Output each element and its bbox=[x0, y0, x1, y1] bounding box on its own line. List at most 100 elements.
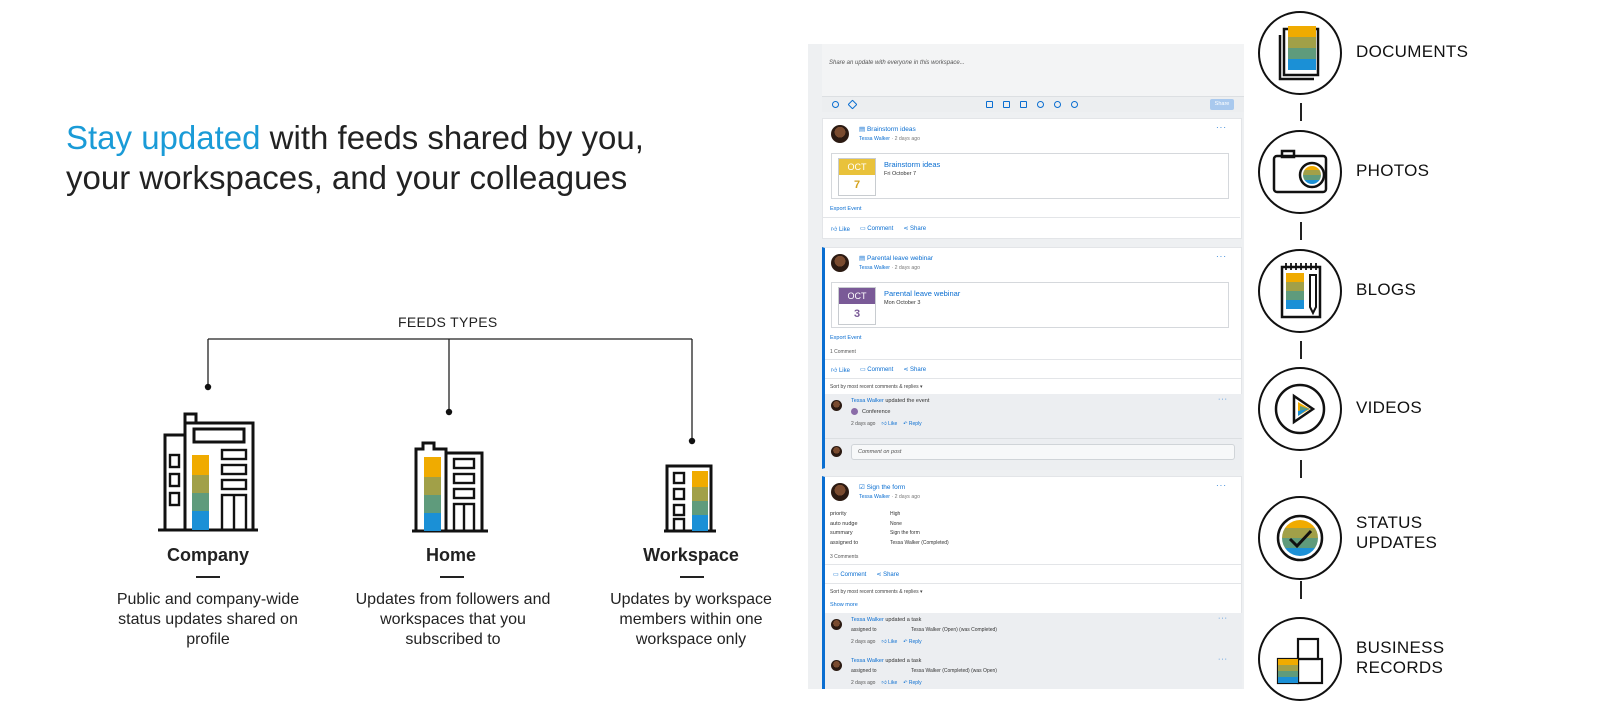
camera-tool-icon[interactable] bbox=[986, 101, 993, 108]
mention-icon[interactable] bbox=[832, 101, 839, 108]
export-event-link[interactable]: Export Event bbox=[830, 335, 862, 341]
like-button[interactable]: 👍︎ Like bbox=[831, 366, 850, 374]
document-tool-icon[interactable] bbox=[1020, 101, 1027, 108]
event-card[interactable]: OCT 7 Brainstorm ideas Fri October 7 bbox=[831, 153, 1229, 199]
event-month: OCT bbox=[839, 159, 875, 175]
more-options-icon[interactable]: ··· bbox=[1218, 656, 1228, 663]
comment-button[interactable]: ▭ Comment bbox=[833, 571, 866, 578]
avatar[interactable] bbox=[831, 660, 842, 671]
reply-author[interactable]: Tessa Walker bbox=[851, 617, 884, 623]
feed-type-company-divider bbox=[196, 576, 220, 578]
reply-footer: 2 days ago 👍︎ Like ↶ Reply bbox=[851, 639, 922, 645]
post-title[interactable]: Sign the form bbox=[867, 484, 906, 491]
event-title[interactable]: Brainstorm ideas bbox=[884, 160, 940, 169]
post-composer[interactable]: Share an update with everyone in this wo… bbox=[822, 44, 1244, 112]
feed-type-home-title: Home bbox=[425, 545, 476, 565]
reply-field-value: Tessa Walker (Open) (was Completed) bbox=[911, 627, 997, 633]
share-label[interactable]: Share bbox=[883, 572, 899, 578]
more-options-icon[interactable]: ··· bbox=[1216, 252, 1227, 261]
post-title-link[interactable]: ▤ Parental leave webinar bbox=[859, 254, 933, 262]
like-label[interactable]: Like bbox=[839, 227, 850, 233]
export-event-link[interactable]: Export Event bbox=[830, 206, 862, 212]
business-records-icon bbox=[1258, 617, 1342, 701]
reply-header: Tessa Walker updated the event bbox=[851, 398, 929, 404]
comments-count[interactable]: 3 Comments bbox=[830, 554, 858, 560]
reply-like-label[interactable]: Like bbox=[888, 680, 897, 686]
share-post-button[interactable]: ⋖ Share bbox=[876, 571, 899, 578]
reply-label[interactable]: Reply bbox=[909, 680, 922, 686]
reply-like-button[interactable]: 👍︎ Like bbox=[881, 639, 897, 645]
reply-like-button[interactable]: 👍︎ Like bbox=[881, 680, 897, 686]
more-options-icon[interactable]: ··· bbox=[1218, 615, 1228, 622]
reply-like-button[interactable]: 👍︎ Like bbox=[881, 421, 897, 427]
like-label[interactable]: Like bbox=[839, 368, 850, 374]
post-title[interactable]: Brainstorm ideas bbox=[867, 126, 916, 133]
event-day: 3 bbox=[853, 308, 861, 320]
connector-line bbox=[1300, 222, 1302, 240]
post-author[interactable]: Tessa Walker bbox=[859, 136, 890, 142]
show-more-link[interactable]: Show more bbox=[830, 602, 858, 608]
post-author[interactable]: Tessa Walker bbox=[859, 265, 890, 271]
more-options-icon[interactable]: ··· bbox=[1218, 396, 1228, 403]
reply-like-label[interactable]: Like bbox=[888, 639, 897, 645]
reply-label[interactable]: Reply bbox=[909, 421, 922, 427]
reply-button[interactable]: ↶ Reply bbox=[903, 680, 921, 686]
help-tool-icon[interactable] bbox=[1037, 101, 1044, 108]
avatar[interactable] bbox=[831, 254, 849, 272]
post-author[interactable]: Tessa Walker bbox=[859, 494, 890, 500]
like-button[interactable]: 👍︎ Like bbox=[831, 225, 850, 233]
video-tool-icon[interactable] bbox=[1003, 101, 1010, 108]
task-field-key: summary bbox=[830, 530, 853, 536]
post-title-link[interactable]: ☑ Sign the form bbox=[859, 483, 905, 491]
more-options-icon[interactable]: ··· bbox=[1216, 481, 1227, 490]
share-label[interactable]: Share bbox=[910, 226, 926, 232]
divider bbox=[825, 378, 1242, 379]
connector-line bbox=[1300, 341, 1302, 359]
avatar[interactable] bbox=[831, 619, 842, 630]
sort-comments-dropdown[interactable]: Sort by most recent comments & replies ▾ bbox=[830, 384, 923, 390]
avatar[interactable] bbox=[831, 400, 842, 411]
link-tool-icon[interactable] bbox=[1071, 101, 1078, 108]
post-meta: Tessa Walker · 2 days ago bbox=[859, 265, 920, 271]
calendar-icon: OCT 7 bbox=[838, 158, 876, 196]
avatar[interactable] bbox=[831, 483, 849, 501]
comment-button[interactable]: ▭ Comment bbox=[860, 366, 893, 374]
reply-label[interactable]: Reply bbox=[909, 639, 922, 645]
reply-author[interactable]: Tessa Walker bbox=[851, 398, 884, 404]
share-post-button[interactable]: ⋖ Share bbox=[903, 366, 926, 374]
comment-button[interactable]: ▭ Comment bbox=[860, 225, 893, 233]
comment-label[interactable]: Comment bbox=[867, 226, 893, 232]
comments-count[interactable]: 1 Comment bbox=[830, 349, 856, 355]
reply-author[interactable]: Tessa Walker bbox=[851, 658, 884, 664]
task-field-row: priority High bbox=[830, 510, 949, 520]
tag-icon[interactable] bbox=[847, 99, 858, 110]
reply-button[interactable]: ↶ Reply bbox=[903, 421, 921, 427]
task-field-key: priority bbox=[830, 511, 847, 517]
comment-label[interactable]: Comment bbox=[840, 572, 866, 578]
camera-icon bbox=[1258, 130, 1342, 214]
reply-tag: Conference bbox=[862, 408, 891, 415]
content-type-blogs: BLOGS bbox=[1356, 280, 1417, 299]
post-actions: 👍︎ Like ▭ Comment ⋖ Share bbox=[831, 366, 926, 374]
share-label[interactable]: Share bbox=[910, 367, 926, 373]
share-button[interactable]: Share bbox=[1210, 99, 1234, 110]
comment-input[interactable]: Comment on post bbox=[851, 444, 1235, 460]
share-post-button[interactable]: ⋖ Share bbox=[903, 225, 926, 233]
post-title-link[interactable]: ▤ Brainstorm ideas bbox=[859, 125, 916, 133]
event-day: 7 bbox=[853, 179, 861, 191]
sort-comments-dropdown[interactable]: Sort by most recent comments & replies ▾ bbox=[830, 589, 923, 595]
more-options-icon[interactable]: ··· bbox=[1216, 123, 1227, 132]
comment-label[interactable]: Comment bbox=[867, 367, 893, 373]
feeds-types-caption: FEEDS TYPES bbox=[398, 314, 498, 330]
task-field-row: assigned to Tessa Walker (Completed) bbox=[830, 539, 949, 549]
composer-placeholder[interactable]: Share an update with everyone in this wo… bbox=[829, 60, 965, 66]
post-title[interactable]: Parental leave webinar bbox=[867, 255, 933, 262]
feed-type-home-divider bbox=[440, 576, 464, 578]
event-title[interactable]: Parental leave webinar bbox=[884, 289, 960, 298]
avatar[interactable] bbox=[831, 125, 849, 143]
reply-thread: Tessa Walker updated the event ··· Confe… bbox=[825, 394, 1242, 470]
idea-tool-icon[interactable] bbox=[1054, 101, 1061, 108]
reply-like-label[interactable]: Like bbox=[888, 421, 897, 427]
event-card[interactable]: OCT 3 Parental leave webinar Mon October… bbox=[831, 282, 1229, 328]
reply-button[interactable]: ↶ Reply bbox=[903, 639, 921, 645]
